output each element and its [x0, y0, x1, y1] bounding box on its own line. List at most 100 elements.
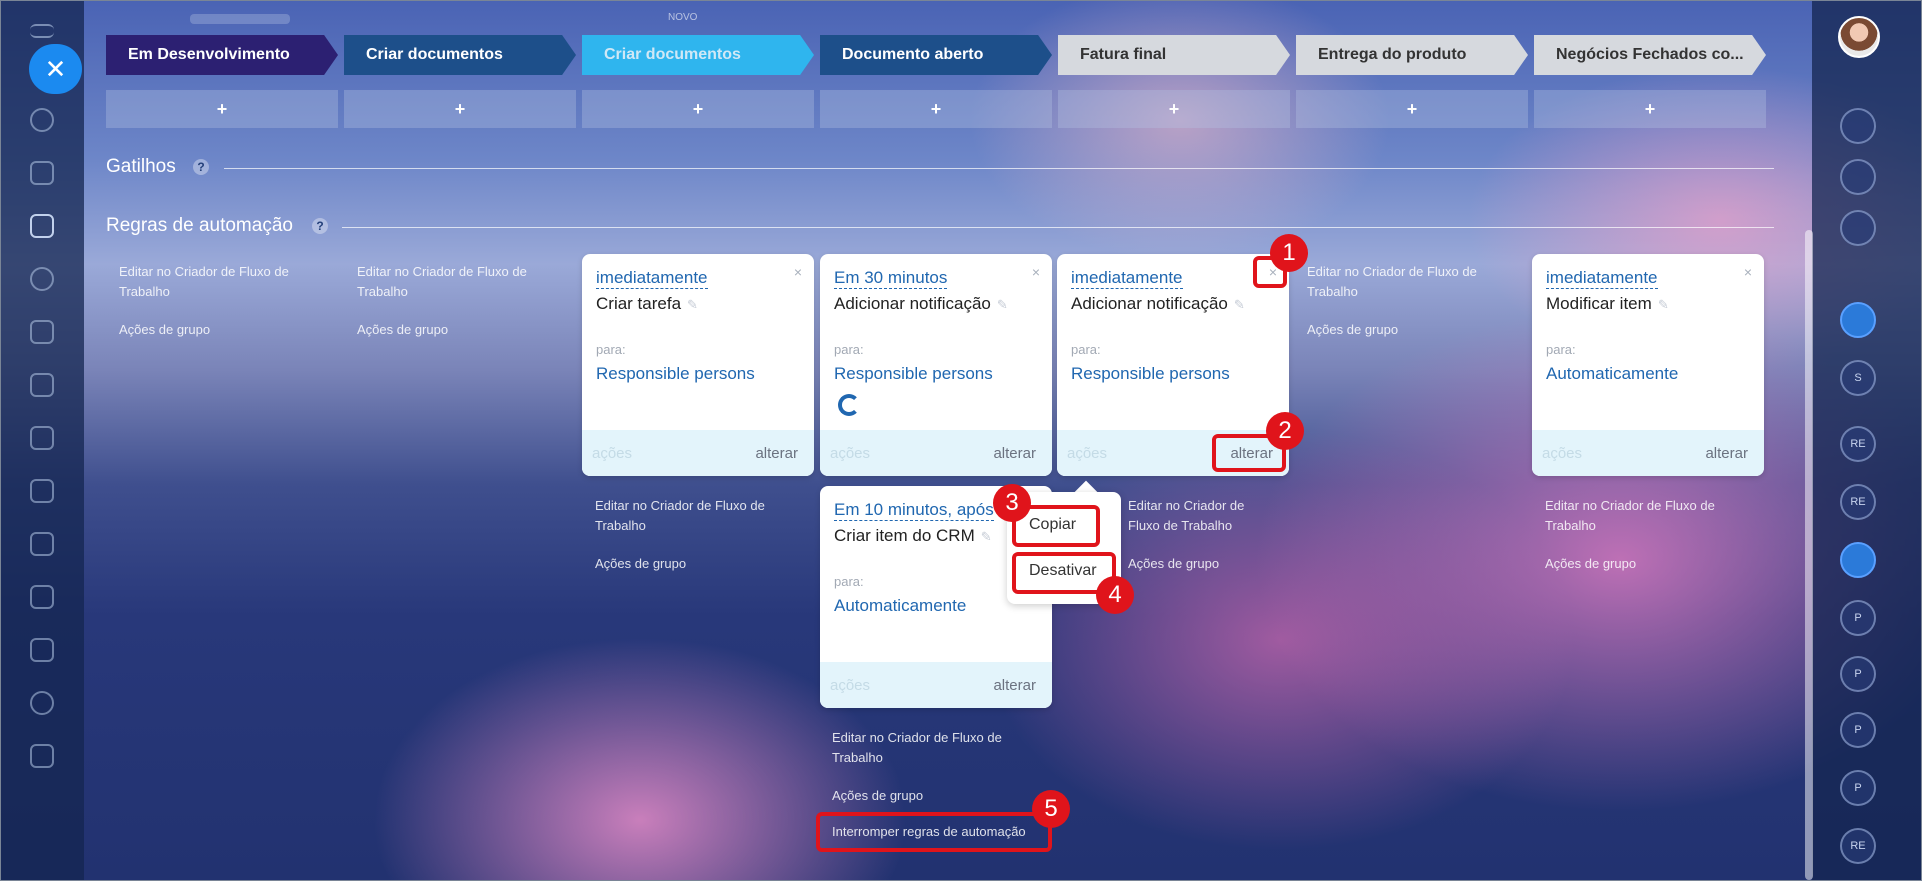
- rule-target-link[interactable]: Automaticamente: [834, 596, 966, 616]
- chart-icon[interactable]: [30, 638, 54, 662]
- chat-avatar-4[interactable]: [1840, 542, 1876, 578]
- top-tab[interactable]: [190, 14, 290, 24]
- rule-delay-link[interactable]: imediatamente: [1071, 267, 1183, 289]
- funnel-icon[interactable]: [30, 214, 54, 238]
- stage-5[interactable]: Entrega do produto: [1296, 35, 1528, 75]
- pencil-icon[interactable]: ✎: [687, 297, 698, 312]
- rule-delay-link[interactable]: Em 30 minutos: [834, 267, 948, 289]
- rule-target-link[interactable]: Responsible persons: [596, 364, 755, 384]
- automation-rule-card[interactable]: Em 30 minutos × Adicionar notificação ✎ p…: [820, 254, 1052, 476]
- chat-avatar-9[interactable]: RE: [1840, 828, 1876, 864]
- document-icon[interactable]: [30, 744, 54, 768]
- scrollbar[interactable]: [1805, 230, 1813, 880]
- tasks-icon[interactable]: [30, 161, 54, 185]
- menu-icon[interactable]: [30, 24, 54, 38]
- pencil-icon[interactable]: ✎: [997, 297, 1008, 312]
- group-actions-link[interactable]: Ações de grupo: [357, 320, 567, 340]
- close-slider-button[interactable]: ✕: [29, 44, 82, 94]
- actions-link[interactable]: ações: [830, 677, 870, 694]
- edit-rule-link[interactable]: alterar: [993, 445, 1036, 462]
- rule-target-link[interactable]: Responsible persons: [1071, 364, 1230, 384]
- stage-4[interactable]: Fatura final: [1058, 35, 1290, 75]
- box-icon[interactable]: [30, 479, 54, 503]
- rule-target-label: para:: [596, 342, 626, 357]
- pencil-icon[interactable]: ✎: [1658, 297, 1669, 312]
- edit-workflow-link[interactable]: Editar no Criador de Fluxo de Trabalho: [595, 496, 805, 536]
- actions-link[interactable]: ações: [1067, 445, 1107, 462]
- bell-icon[interactable]: [1840, 108, 1876, 144]
- pencil-icon[interactable]: ✎: [1234, 297, 1245, 312]
- card-icon[interactable]: [30, 373, 54, 397]
- chat-avatar-3[interactable]: RE: [1840, 484, 1876, 520]
- edit-rule-link[interactable]: alterar: [755, 445, 798, 462]
- edit-rule-link[interactable]: alterar: [993, 677, 1036, 694]
- chat-avatar-1[interactable]: S: [1840, 360, 1876, 396]
- rule-action: Modificar item ✎: [1546, 294, 1669, 313]
- add-trigger-button[interactable]: +: [1534, 90, 1766, 128]
- crm-icon[interactable]: [30, 108, 54, 132]
- callout-badge-1: 1: [1270, 234, 1308, 272]
- calendar-icon[interactable]: [30, 585, 54, 609]
- chat-avatar-8[interactable]: P: [1840, 770, 1876, 806]
- edit-workflow-link[interactable]: Editar no Criador de Fluxo de Trabalho: [119, 262, 329, 302]
- automation-rule-card[interactable]: imediatamente × Criar tarefa ✎ para: Resp…: [582, 254, 814, 476]
- stage-1[interactable]: Criar documentos: [344, 35, 576, 75]
- actions-link[interactable]: ações: [592, 445, 632, 462]
- rule-delay-link[interactable]: imediatamente: [1546, 267, 1658, 289]
- callout-badge-5: 5: [1032, 790, 1070, 828]
- actions-link[interactable]: ações: [830, 445, 870, 462]
- sync-icon[interactable]: [1840, 210, 1876, 246]
- close-icon[interactable]: ×: [794, 264, 802, 280]
- group-actions-link[interactable]: Ações de grupo: [1128, 554, 1268, 574]
- cart-icon[interactable]: [30, 320, 54, 344]
- close-icon[interactable]: ×: [1032, 264, 1040, 280]
- triggers-heading: Gatilhos: [106, 156, 176, 177]
- edit-workflow-link[interactable]: Editar no Criador de Fluxo de Trabalho: [1307, 262, 1517, 302]
- rules-heading: Regras de automação: [106, 215, 293, 236]
- rule-action: Adicionar notificação ✎: [834, 294, 1008, 313]
- add-trigger-button[interactable]: +: [344, 90, 576, 128]
- bookmark-icon[interactable]: [1840, 302, 1876, 338]
- building-icon[interactable]: [30, 532, 54, 556]
- callout-badge-3: 3: [993, 484, 1031, 522]
- edit-workflow-link[interactable]: Editar no Criador de Fluxo de Trabalho: [1128, 496, 1268, 536]
- rule-delay-link[interactable]: imediatamente: [596, 267, 708, 289]
- target-icon[interactable]: [30, 267, 54, 291]
- edit-rule-link[interactable]: alterar: [1705, 445, 1748, 462]
- divider: [342, 227, 1774, 228]
- rule-delay-link[interactable]: Em 10 minutos, após: [834, 499, 994, 521]
- edit-workflow-link[interactable]: Editar no Criador de Fluxo de Trabalho: [357, 262, 567, 302]
- chat-avatar-2[interactable]: RE: [1840, 426, 1876, 462]
- add-trigger-button[interactable]: +: [1058, 90, 1290, 128]
- stage-0[interactable]: Em Desenvolvimento: [106, 35, 338, 75]
- user-avatar[interactable]: [1838, 16, 1880, 58]
- copilot-icon[interactable]: [1840, 159, 1876, 195]
- actions-link[interactable]: ações: [1542, 445, 1582, 462]
- group-actions-link[interactable]: Ações de grupo: [832, 786, 1042, 806]
- group-actions-link[interactable]: Ações de grupo: [1545, 554, 1755, 574]
- rule-target-link[interactable]: Automaticamente: [1546, 364, 1678, 384]
- add-trigger-button[interactable]: +: [582, 90, 814, 128]
- group-actions-link[interactable]: Ações de grupo: [119, 320, 329, 340]
- edit-workflow-link[interactable]: Editar no Criador de Fluxo de Trabalho: [832, 728, 1042, 768]
- group-actions-link[interactable]: Ações de grupo: [1307, 320, 1517, 340]
- rule-target-link[interactable]: Responsible persons: [834, 364, 993, 384]
- help-icon[interactable]: ?: [312, 218, 328, 234]
- robot-icon[interactable]: [30, 426, 54, 450]
- chat-avatar-7[interactable]: P: [1840, 712, 1876, 748]
- add-trigger-button[interactable]: +: [106, 90, 338, 128]
- automation-rule-card[interactable]: imediatamente × Modificar item ✎ para: Au…: [1532, 254, 1764, 476]
- edit-workflow-link[interactable]: Editar no Criador de Fluxo de Trabalho: [1545, 496, 1755, 536]
- stage-3[interactable]: Documento aberto: [820, 35, 1052, 75]
- pencil-icon[interactable]: ✎: [981, 529, 992, 544]
- stage-2[interactable]: Criar documentos: [582, 35, 814, 75]
- settings-icon[interactable]: [30, 691, 54, 715]
- add-trigger-button[interactable]: +: [1296, 90, 1528, 128]
- group-actions-link[interactable]: Ações de grupo: [595, 554, 805, 574]
- chat-avatar-5[interactable]: P: [1840, 600, 1876, 636]
- add-trigger-button[interactable]: +: [820, 90, 1052, 128]
- close-icon[interactable]: ×: [1744, 264, 1752, 280]
- chat-avatar-6[interactable]: P: [1840, 656, 1876, 692]
- help-icon[interactable]: ?: [193, 159, 209, 175]
- stage-6[interactable]: Negócios Fechados co...: [1534, 35, 1766, 75]
